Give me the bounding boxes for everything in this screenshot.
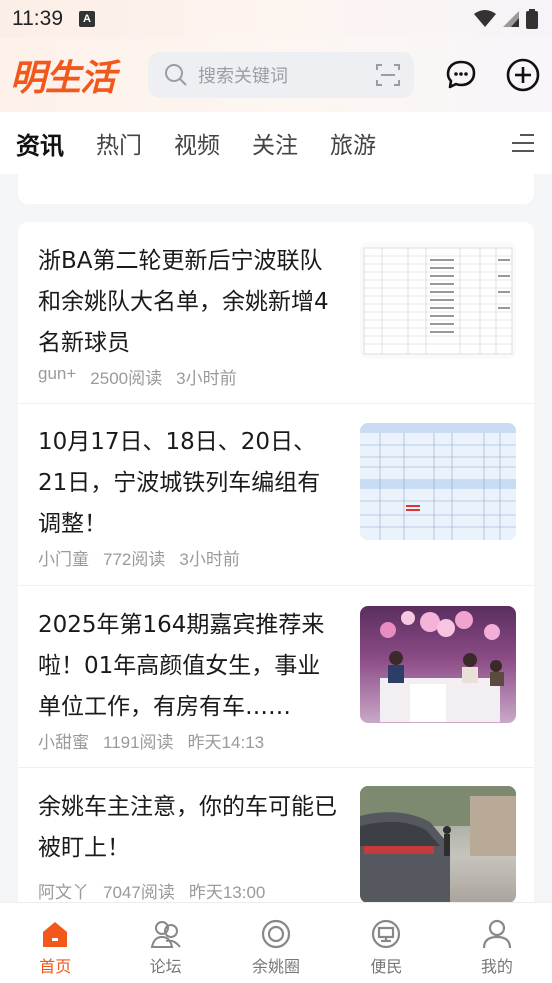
home-icon [43, 922, 68, 947]
nav-label: 余姚圈 [252, 957, 301, 976]
status-bar: 11:39 A [0, 0, 552, 38]
wifi-icon [474, 10, 496, 27]
nav-label: 论坛 [149, 957, 182, 976]
article-reads: 772阅读 [103, 550, 166, 569]
search-icon [165, 64, 187, 86]
article-reads: 1191阅读 [103, 733, 174, 752]
chat-icon [446, 60, 476, 89]
message-button[interactable] [444, 58, 478, 92]
street-car-photo-image [360, 786, 516, 902]
plus-circle-icon [506, 58, 540, 92]
scan-icon[interactable] [376, 63, 400, 87]
list-item[interactable]: 2025年第164期嘉宾推荐来啦！01年高颜值女生，事业单位工作，有房有车…… … [18, 586, 534, 768]
nav-label: 首页 [39, 957, 72, 976]
status-time: 11:39 [12, 7, 63, 30]
article-time: 3小时前 [176, 369, 237, 388]
article-reads: 7047阅读 [103, 883, 175, 902]
tab-video[interactable]: 视频 [174, 126, 220, 160]
search-bar[interactable]: 搜索关键词 [148, 52, 414, 98]
train-schedule-image [360, 423, 516, 540]
article-author: gun+ [38, 364, 77, 383]
article-title[interactable]: 10月17日、18日、20日、21日，宁波城铁列车编组有调整！ [38, 422, 338, 545]
nav-label: 我的 [480, 957, 513, 976]
list-item[interactable]: 余姚车主注意，你的车可能已被盯上！ 阿文丫 7047阅读 昨天13:00 [18, 768, 534, 902]
profile-icon [482, 919, 511, 949]
list-item[interactable]: 浙BA第二轮更新后宁波联队和余姚队大名单，余姚新增4名新球员 gun+ 2500… [18, 222, 534, 404]
add-button[interactable] [506, 58, 540, 92]
nav-label: 便民 [370, 957, 403, 976]
circle-icon [261, 919, 291, 949]
article-meta: 小门童 772阅读 3小时前 [38, 545, 240, 570]
article-thumbnail[interactable] [360, 423, 516, 540]
article-thumbnail[interactable] [360, 786, 516, 902]
battery-icon [526, 9, 538, 29]
article-time: 昨天13:00 [188, 883, 266, 902]
article-author: 小甜蜜 [38, 733, 89, 752]
notification-icon: A [79, 11, 95, 27]
article-author: 小门童 [38, 550, 89, 569]
article-meta: gun+ 2500阅读 3小时前 [38, 364, 237, 389]
tab-travel[interactable]: 旅游 [330, 126, 376, 160]
article-thumbnail[interactable] [360, 606, 516, 723]
nav-circle[interactable]: 余姚圈 [221, 903, 331, 983]
news-feed: 浙BA第二轮更新后宁波联队和余姚队大名单，余姚新增4名新球员 gun+ 2500… [18, 222, 534, 902]
bottom-navigation: 首页 论坛 余姚圈 便民 我的 [0, 902, 552, 983]
article-author: 阿文丫 [38, 883, 89, 902]
list-item[interactable]: 10月17日、18日、20日、21日，宁波城铁列车编组有调整！ 小门童 772阅… [18, 404, 534, 586]
nav-home[interactable]: 首页 [0, 903, 110, 983]
article-thumbnail[interactable] [360, 242, 516, 359]
article-time: 3小时前 [179, 550, 240, 569]
article-title[interactable]: 余姚车主注意，你的车可能已被盯上！ [38, 787, 338, 869]
tab-hot[interactable]: 热门 [96, 126, 142, 160]
signal-icon [503, 11, 519, 27]
nav-profile[interactable]: 我的 [442, 903, 552, 983]
tab-news[interactable]: 资讯 [16, 126, 64, 183]
article-title[interactable]: 浙BA第二轮更新后宁波联队和余姚队大名单，余姚新增4名新球员 [38, 241, 338, 364]
forum-icon [150, 921, 181, 948]
roster-table-image [363, 247, 513, 355]
event-photo-image [380, 611, 504, 722]
search-placeholder: 搜索关键词 [198, 66, 288, 87]
menu-icon[interactable] [512, 134, 534, 158]
article-title[interactable]: 2025年第164期嘉宾推荐来啦！01年高颜值女生，事业单位工作，有房有车…… [38, 605, 338, 728]
article-time: 昨天14:13 [187, 733, 265, 752]
article-meta: 小甜蜜 1191阅读 昨天14:13 [38, 728, 264, 753]
app-header: 明生活 搜索关键词 [0, 38, 552, 112]
category-tabs: 资讯 热门 视频 关注 旅游 [0, 112, 552, 183]
nav-service[interactable]: 便民 [331, 903, 441, 983]
service-icon [372, 919, 401, 949]
nav-forum[interactable]: 论坛 [110, 903, 220, 983]
article-meta: 阿文丫 7047阅读 昨天13:00 [38, 878, 265, 902]
tab-follow[interactable]: 关注 [252, 126, 298, 160]
previous-card [18, 174, 534, 204]
article-reads: 2500阅读 [90, 369, 163, 388]
app-logo: 明生活 [10, 58, 116, 99]
